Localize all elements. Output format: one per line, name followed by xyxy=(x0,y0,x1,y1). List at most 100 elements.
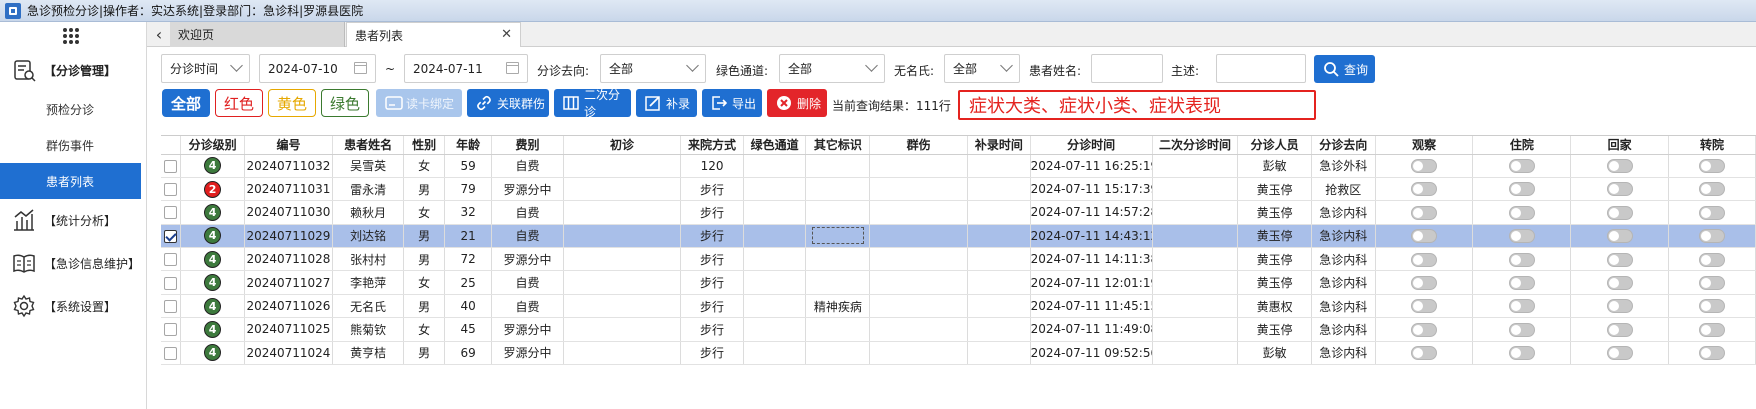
green-channel-select[interactable]: 全部 xyxy=(779,54,885,83)
transfer-toggle[interactable] xyxy=(1699,252,1726,267)
home-toggle[interactable] xyxy=(1606,158,1633,173)
time-type-select[interactable]: 分诊时间 xyxy=(161,54,250,83)
hospitalize-toggle[interactable] xyxy=(1508,205,1535,220)
hospitalize-toggle[interactable] xyxy=(1508,346,1535,361)
column-header[interactable]: 其它标识 xyxy=(805,136,871,155)
hospitalize-toggle[interactable] xyxy=(1508,158,1535,173)
row-checkbox[interactable] xyxy=(164,159,178,173)
table-row[interactable]: 4 20240711032 吴雪英女 59 自费 120 2024-07-11 16:25:… xyxy=(161,154,1756,178)
patient-name-input[interactable] xyxy=(1091,54,1163,83)
observe-toggle[interactable] xyxy=(1411,299,1438,314)
observe-toggle[interactable] xyxy=(1411,252,1438,267)
table-row[interactable]: 4 20240711025 熊菊钦女 45 罗源分中 步行 2024-07-11 11:49… xyxy=(161,317,1756,342)
column-header[interactable]: 初诊 xyxy=(563,136,682,155)
row-checkbox[interactable] xyxy=(164,323,178,337)
column-header[interactable]: 年龄 xyxy=(444,136,493,155)
query-button[interactable]: 查询 xyxy=(1314,55,1375,83)
observe-toggle[interactable] xyxy=(1411,205,1438,220)
transfer-toggle[interactable] xyxy=(1699,158,1726,173)
hospitalize-toggle[interactable] xyxy=(1508,252,1535,267)
column-header[interactable]: 费别 xyxy=(491,136,564,155)
table-row[interactable]: 2 20240711031 雷永清男 79 罗源分中 步行 2024-07-11 15:17… xyxy=(161,177,1756,202)
row-select-cell[interactable] xyxy=(161,177,182,202)
table-row[interactable]: 4 20240711030 赖秋月女 32 自费 步行 2024-07-11 14:57:2… xyxy=(161,200,1756,225)
row-select-cell[interactable] xyxy=(161,154,182,178)
observe-toggle[interactable] xyxy=(1411,322,1438,337)
column-header[interactable]: 转院 xyxy=(1668,136,1756,155)
observe-toggle[interactable] xyxy=(1411,158,1438,173)
table-row[interactable]: 4 20240711027 李艳萍女 25 自费 步行 2024-07-11 12:01:1… xyxy=(161,270,1756,295)
row-checkbox[interactable] xyxy=(164,253,178,267)
sidebar-group-settings[interactable]: 【系统设置】 xyxy=(0,286,147,326)
column-header[interactable]: 二次分诊时间 xyxy=(1152,136,1239,155)
home-toggle[interactable] xyxy=(1606,346,1633,361)
focused-cell-outline[interactable] xyxy=(811,227,864,245)
sidebar-group-info-maintenance[interactable]: 【急诊信息维护】 xyxy=(0,243,147,283)
tab-welcome[interactable]: 欢迎页 xyxy=(170,22,345,47)
row-select-cell[interactable] xyxy=(161,341,182,366)
transfer-toggle[interactable] xyxy=(1699,299,1726,314)
column-header[interactable]: 住院 xyxy=(1472,136,1572,155)
hospitalize-toggle[interactable] xyxy=(1508,229,1535,244)
sidebar-item-mass-casualty[interactable]: 群伤事件 xyxy=(0,127,141,163)
level-yellow-button[interactable]: 黄色 xyxy=(268,89,316,117)
home-toggle[interactable] xyxy=(1606,299,1633,314)
apps-grid-icon[interactable] xyxy=(63,28,79,44)
home-toggle[interactable] xyxy=(1606,322,1633,337)
column-header[interactable]: 来院方式 xyxy=(680,136,744,155)
hospitalize-toggle[interactable] xyxy=(1508,182,1535,197)
column-header[interactable]: 分诊去向 xyxy=(1311,136,1376,155)
row-checkbox[interactable] xyxy=(164,276,178,290)
hospitalize-toggle[interactable] xyxy=(1508,299,1535,314)
second-triage-button[interactable]: 二次分诊 xyxy=(554,88,631,119)
home-toggle[interactable] xyxy=(1606,252,1633,267)
column-header[interactable]: 观察 xyxy=(1375,136,1474,155)
sidebar-group-statistics[interactable]: 【统计分析】 xyxy=(0,200,147,240)
observe-toggle[interactable] xyxy=(1411,346,1438,361)
column-header[interactable]: 分诊级别 xyxy=(180,136,245,155)
row-checkbox[interactable] xyxy=(164,300,178,314)
row-checkbox[interactable] xyxy=(164,229,178,243)
row-checkbox[interactable] xyxy=(164,206,178,220)
transfer-toggle[interactable] xyxy=(1699,322,1726,337)
column-header[interactable]: 分诊时间 xyxy=(1030,136,1153,155)
transfer-toggle[interactable] xyxy=(1699,346,1726,361)
row-select-cell[interactable] xyxy=(161,317,182,342)
row-select-cell[interactable] xyxy=(161,270,182,295)
sidebar-item-patient-list[interactable]: 患者列表 xyxy=(0,163,141,199)
export-button[interactable]: 导出 xyxy=(702,89,762,117)
row-checkbox[interactable] xyxy=(164,183,178,197)
observe-toggle[interactable] xyxy=(1411,275,1438,290)
table-row[interactable]: 4 20240711028 张村村男 72 罗源分中 步行 2024-07-11 14:11… xyxy=(161,247,1756,272)
row-select-cell[interactable] xyxy=(161,200,182,225)
column-header[interactable]: 患者姓名 xyxy=(332,136,405,155)
home-toggle[interactable] xyxy=(1606,275,1633,290)
column-header[interactable]: 绿色通道 xyxy=(743,136,807,155)
column-header[interactable]: 分诊人员 xyxy=(1237,136,1312,155)
sidebar-group-triage[interactable]: 【分诊管理】 xyxy=(0,50,147,90)
transfer-toggle[interactable] xyxy=(1699,182,1726,197)
transfer-toggle[interactable] xyxy=(1699,229,1726,244)
read-card-button[interactable]: 读卡绑定 xyxy=(376,89,462,117)
level-green-button[interactable]: 绿色 xyxy=(321,89,369,117)
observe-toggle[interactable] xyxy=(1411,229,1438,244)
table-row[interactable]: 4 20240711029 刘达铭男 21 自费 步行 2024-07-11 14:43:1… xyxy=(161,224,1756,249)
row-select-cell[interactable] xyxy=(161,247,182,272)
date-to-picker[interactable]: 2024-07-11 xyxy=(404,54,528,83)
complaint-input[interactable] xyxy=(1216,54,1306,83)
transfer-toggle[interactable] xyxy=(1699,275,1726,290)
unnamed-select[interactable]: 全部 xyxy=(944,54,1020,83)
date-from-picker[interactable]: 2024-07-10 xyxy=(259,54,376,83)
row-select-cell[interactable] xyxy=(161,294,182,319)
home-toggle[interactable] xyxy=(1606,205,1633,220)
sidebar-item-pre-triage[interactable]: 预检分诊 xyxy=(0,91,141,127)
table-row[interactable]: 4 20240711024 黄亨桔男 69 罗源分中 步行 2024-07-11 09:52… xyxy=(161,341,1756,366)
column-header[interactable]: 编号 xyxy=(244,136,333,155)
tab-scroll-left-icon[interactable]: ‹ xyxy=(150,24,168,44)
hospitalize-toggle[interactable] xyxy=(1508,322,1535,337)
row-checkbox[interactable] xyxy=(164,346,178,360)
observe-toggle[interactable] xyxy=(1411,182,1438,197)
level-all-button[interactable]: 全部 xyxy=(162,89,210,117)
home-toggle[interactable] xyxy=(1606,182,1633,197)
tab-patient-list[interactable]: 患者列表 ✕ xyxy=(346,22,521,47)
